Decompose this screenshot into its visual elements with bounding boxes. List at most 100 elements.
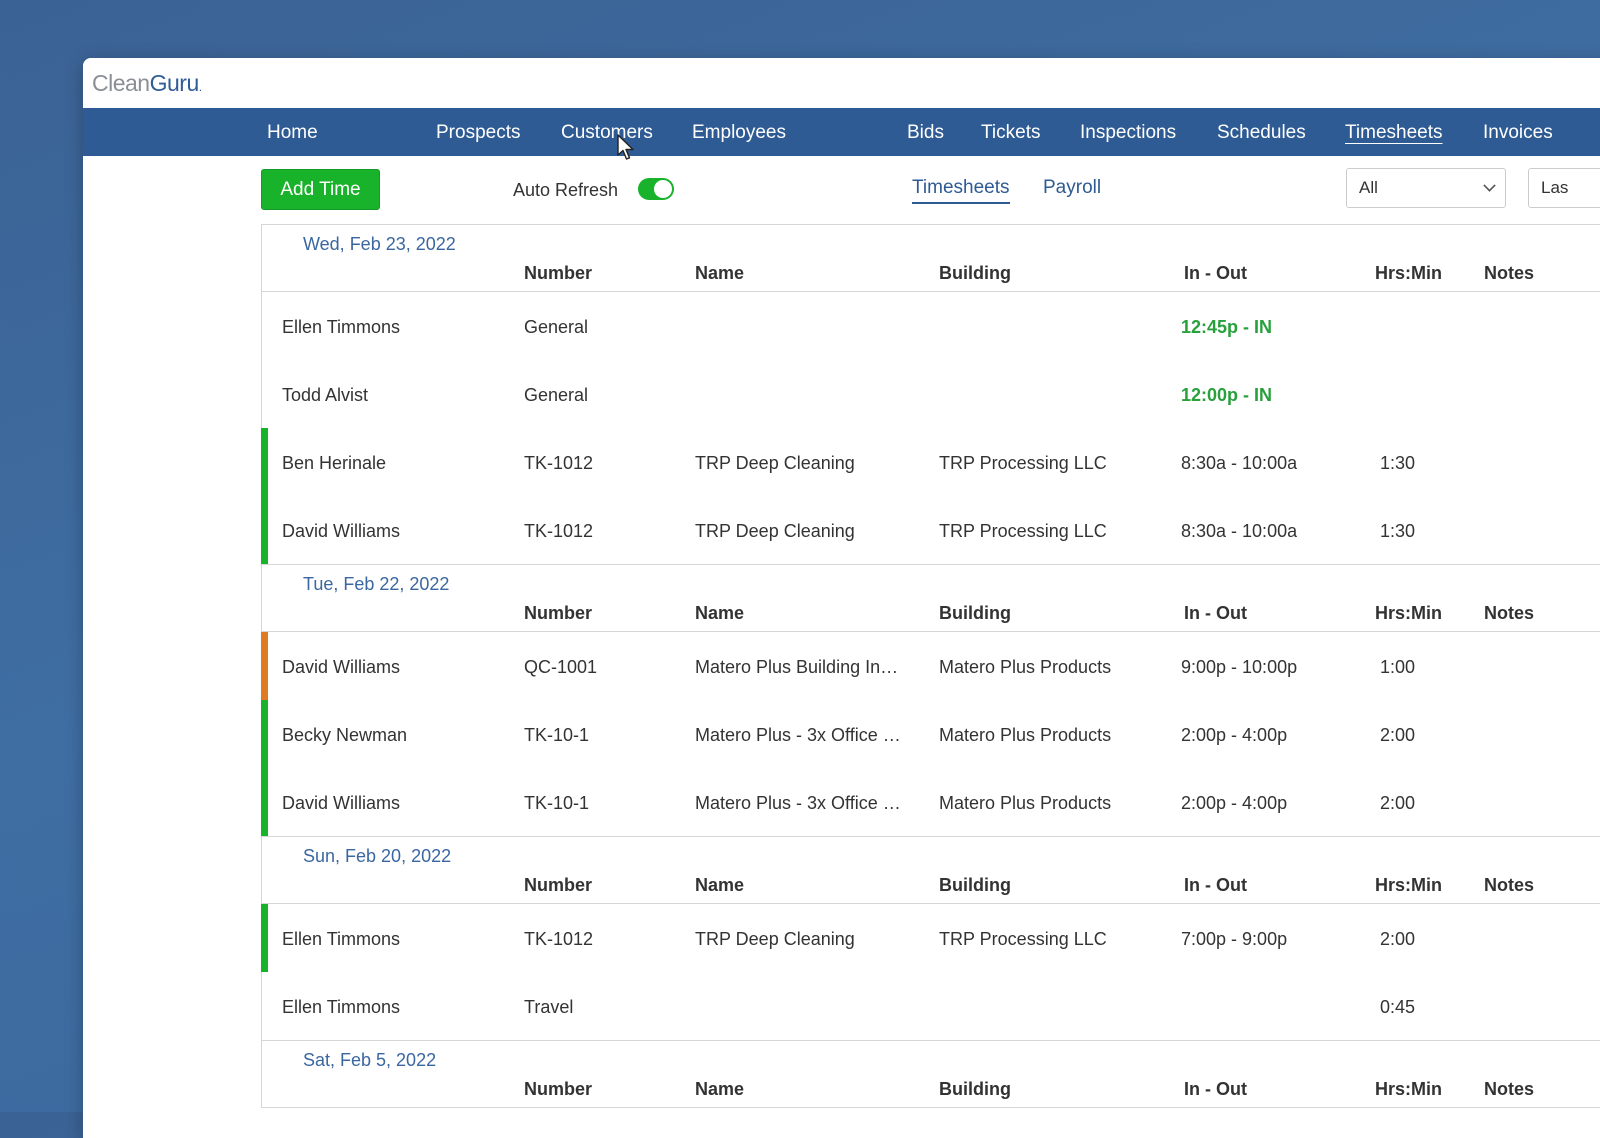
nav-prospects[interactable]: Prospects	[436, 122, 520, 144]
number-cell: TK-1012	[524, 521, 594, 541]
header-notes[interactable]: Notes	[1484, 603, 1534, 624]
name-cell: TRP Deep Cleaning	[695, 521, 855, 541]
table-row[interactable]: Becky Newman TK-10-1 Matero Plus - 3x Of…	[261, 700, 1600, 768]
hrs-cell: 2:00	[1380, 793, 1416, 813]
cleanguru-logo[interactable]: CleanGuru.	[92, 70, 202, 97]
day-date: Sun, Feb 20, 2022	[262, 837, 1600, 866]
nav-timesheets[interactable]: Timesheets	[1345, 122, 1443, 144]
nav-customers[interactable]: Customers	[561, 122, 653, 144]
main-nav: Home Prospects Customers Employees Bids …	[83, 108, 1600, 156]
nav-tickets[interactable]: Tickets	[981, 122, 1040, 144]
header-hrs-min[interactable]: Hrs:Min	[1375, 263, 1442, 284]
in-out-cell: 9:00p - 10:00p	[1181, 657, 1298, 677]
employee-cell: Becky Newman	[282, 725, 408, 745]
table-row[interactable]: Ben Herinale TK-1012 TRP Deep Cleaning T…	[261, 428, 1600, 496]
column-header: Number Name Building In - Out Hrs:Min No…	[262, 865, 1600, 904]
header-in-out[interactable]: In - Out	[1184, 875, 1247, 896]
timesheet-table: Wed, Feb 23, 2022 Number Name Building I…	[261, 224, 1600, 1108]
day-group: Wed, Feb 23, 2022 Number Name Building I…	[261, 225, 1600, 565]
nav-inspections[interactable]: Inspections	[1080, 122, 1176, 144]
header-in-out[interactable]: In - Out	[1184, 1079, 1247, 1100]
number-cell: QC-1001	[524, 657, 598, 677]
header-name[interactable]: Name	[695, 603, 744, 624]
header-number[interactable]: Number	[524, 603, 592, 624]
name-cell: Matero Plus - 3x Office …	[695, 793, 901, 813]
mouse-cursor-icon	[617, 134, 634, 160]
toolbar: Add Time Auto Refresh Timesheets Payroll…	[83, 156, 1600, 226]
table-row[interactable]: David Williams TK-1012 TRP Deep Cleaning…	[261, 496, 1600, 564]
in-out-cell: 2:00p - 4:00p	[1181, 793, 1288, 813]
header-hrs-min[interactable]: Hrs:Min	[1375, 603, 1442, 624]
header-building[interactable]: Building	[939, 263, 1011, 284]
number-cell: General	[524, 385, 589, 405]
building-cell: Matero Plus Products	[939, 657, 1112, 677]
employee-filter-select[interactable]: All	[1346, 168, 1506, 208]
status-bar	[261, 768, 268, 836]
toggle-knob	[654, 180, 672, 198]
employee-cell: Ben Herinale	[282, 453, 387, 473]
chevron-down-icon	[1483, 179, 1496, 192]
period-select[interactable]: Las	[1528, 168, 1600, 208]
nav-schedules[interactable]: Schedules	[1217, 122, 1306, 144]
table-row[interactable]: Ellen Timmons General 12:45p - IN	[262, 292, 1600, 360]
column-header: Number Name Building In - Out Hrs:Min No…	[262, 1069, 1600, 1108]
table-row[interactable]: Ellen Timmons TK-1012 TRP Deep Cleaning …	[261, 904, 1600, 972]
column-header: Number Name Building In - Out Hrs:Min No…	[262, 253, 1600, 292]
employee-cell: Ellen Timmons	[282, 997, 401, 1017]
header-name[interactable]: Name	[695, 263, 744, 284]
in-out-cell: 7:00p - 9:00p	[1181, 929, 1288, 949]
header-number[interactable]: Number	[524, 1079, 592, 1100]
status-bar	[261, 496, 268, 564]
auto-refresh-toggle[interactable]	[638, 178, 674, 200]
nav-employees[interactable]: Employees	[692, 122, 786, 144]
building-cell: Matero Plus Products	[939, 793, 1112, 813]
day-date: Tue, Feb 22, 2022	[262, 565, 1600, 594]
header-building[interactable]: Building	[939, 875, 1011, 896]
name-cell: Matero Plus - 3x Office …	[695, 725, 901, 745]
day-group: Tue, Feb 22, 2022 Number Name Building I…	[261, 565, 1600, 837]
employee-cell: David Williams	[282, 521, 401, 541]
header-hrs-min[interactable]: Hrs:Min	[1375, 1079, 1442, 1100]
name-cell: TRP Deep Cleaning	[695, 929, 855, 949]
table-row[interactable]: Ellen Timmons Travel 0:45	[262, 972, 1600, 1040]
status-bar	[261, 904, 268, 972]
tab-timesheets[interactable]: Timesheets	[912, 177, 1010, 204]
header-in-out[interactable]: In - Out	[1184, 603, 1247, 624]
auto-refresh-label: Auto Refresh	[513, 180, 619, 200]
tab-payroll[interactable]: Payroll	[1043, 177, 1101, 199]
header-notes[interactable]: Notes	[1484, 875, 1534, 896]
table-row[interactable]: David Williams QC-1001 Matero Plus Build…	[261, 632, 1600, 700]
day-date-label: Sun, Feb 20, 2022	[303, 846, 452, 866]
table-row[interactable]: David Williams TK-10-1 Matero Plus - 3x …	[261, 768, 1600, 836]
header-hrs-min[interactable]: Hrs:Min	[1375, 875, 1442, 896]
header-number[interactable]: Number	[524, 875, 592, 896]
nav-invoices[interactable]: Invoices	[1483, 122, 1553, 144]
header-name[interactable]: Name	[695, 1079, 744, 1100]
building-cell: TRP Processing LLC	[939, 453, 1107, 473]
in-out-cell: 2:00p - 4:00p	[1181, 725, 1288, 745]
app-window: CleanGuru. Home Prospects Customers Empl…	[83, 58, 1600, 1138]
table-row[interactable]: Todd Alvist General 12:00p - IN	[262, 360, 1600, 428]
header-notes[interactable]: Notes	[1484, 263, 1534, 284]
nav-home[interactable]: Home	[267, 122, 318, 144]
add-time-button[interactable]: Add Time	[261, 169, 380, 210]
header-building[interactable]: Building	[939, 1079, 1011, 1100]
header-building[interactable]: Building	[939, 603, 1011, 624]
name-cell: TRP Deep Cleaning	[695, 453, 855, 473]
header-notes[interactable]: Notes	[1484, 1079, 1534, 1100]
header-in-out[interactable]: In - Out	[1184, 263, 1247, 284]
header-number[interactable]: Number	[524, 263, 592, 284]
employee-cell: David Williams	[282, 657, 401, 677]
day-date-label: Wed, Feb 23, 2022	[303, 234, 456, 254]
employee-cell: Todd Alvist	[282, 385, 369, 405]
title-bar: CleanGuru.	[83, 58, 1600, 108]
day-group: Sat, Feb 5, 2022 Number Name Building In…	[262, 1041, 1600, 1108]
hrs-cell: 1:00	[1380, 657, 1416, 677]
period-value: Las	[1541, 178, 1569, 197]
hrs-cell: 0:45	[1380, 997, 1416, 1017]
status-bar	[261, 700, 268, 768]
header-name[interactable]: Name	[695, 875, 744, 896]
day-date-label: Tue, Feb 22, 2022	[303, 574, 450, 594]
hrs-cell: 2:00	[1380, 929, 1416, 949]
nav-bids[interactable]: Bids	[907, 122, 944, 144]
